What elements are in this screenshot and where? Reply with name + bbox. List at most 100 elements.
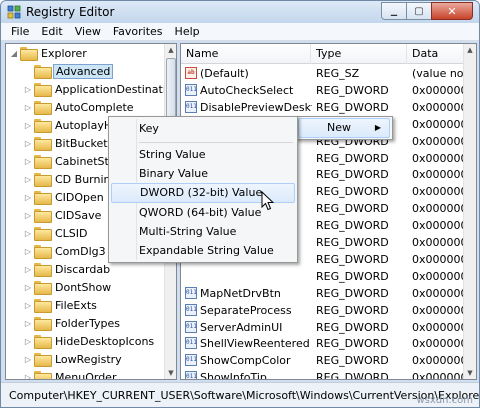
value-data: 0x0000000 bbox=[412, 219, 464, 233]
tree-item-label: Explorer bbox=[41, 46, 87, 60]
collapsed-arrow-icon[interactable]: ▷ bbox=[24, 85, 32, 94]
folder-icon bbox=[34, 191, 52, 205]
folder-icon bbox=[34, 83, 52, 97]
submenu-item-key[interactable]: Key bbox=[111, 119, 295, 139]
value-type: REG_DWORD bbox=[316, 303, 389, 317]
column-header-name[interactable]: Name bbox=[181, 44, 311, 64]
value-name: SeparateProcess bbox=[200, 303, 292, 317]
tree-item[interactable]: ▷ HideDesktopIcons bbox=[24, 332, 176, 350]
value-data: 0x0000000 bbox=[412, 320, 464, 334]
menu-bar: File Edit View Favorites Help bbox=[1, 23, 479, 41]
tree-item[interactable]: ▷ MenuOrder bbox=[24, 368, 176, 380]
collapsed-arrow-icon[interactable]: ▷ bbox=[24, 373, 32, 380]
collapsed-arrow-icon[interactable]: ▷ bbox=[24, 211, 32, 220]
context-menu: New ▶ bbox=[295, 116, 393, 140]
value-name: ShowInfoTip bbox=[200, 371, 267, 380]
tree-item[interactable]: ▷ LowRegistry bbox=[24, 350, 176, 368]
submenu-item-binary-value[interactable]: Binary Value bbox=[111, 164, 295, 184]
title-bar[interactable]: Registry Editor ▁ ▢ ✕ bbox=[1, 1, 479, 23]
scroll-up-arrow-icon[interactable]: ▲ bbox=[165, 44, 176, 56]
tree-item[interactable]: Advanced bbox=[24, 62, 176, 80]
registry-editor-icon bbox=[7, 5, 21, 19]
expanded-arrow-icon[interactable]: ◢ bbox=[10, 49, 18, 58]
menu-favorites[interactable]: Favorites bbox=[107, 25, 169, 38]
tree-item-label: ApplicationDestinati bbox=[55, 82, 166, 96]
value-data: 0x0000000 bbox=[412, 371, 464, 380]
menu-help[interactable]: Help bbox=[169, 25, 206, 38]
value-name: ServerAdminUI bbox=[200, 320, 283, 334]
tree-item-explorer[interactable]: ◢ Explorer bbox=[10, 44, 176, 62]
tree-item-label: CIDSave bbox=[55, 208, 102, 222]
collapsed-arrow-icon[interactable]: ▷ bbox=[24, 247, 32, 256]
tree-item-label: CD Burnin bbox=[55, 172, 111, 186]
list-row[interactable]: 011AutoCheckSelect REG_DWORD 0x0000000 bbox=[181, 82, 464, 99]
tree-item[interactable]: ▷ ApplicationDestinati bbox=[24, 80, 176, 98]
collapsed-arrow-icon[interactable]: ▷ bbox=[24, 229, 32, 238]
value-type: REG_DWORD bbox=[316, 269, 389, 283]
new-submenu: Key String Value Binary Value DWORD (32-… bbox=[108, 116, 298, 263]
minimize-button[interactable]: ▁ bbox=[381, 2, 407, 20]
value-name: (Default) bbox=[200, 67, 249, 80]
tree-item[interactable]: ▷ DontShow bbox=[24, 278, 176, 296]
collapsed-arrow-icon[interactable]: ▷ bbox=[24, 283, 32, 292]
list-row[interactable]: REG_DWORD 0x0000000 bbox=[181, 268, 464, 285]
scroll-down-arrow-icon[interactable]: ▼ bbox=[165, 367, 176, 379]
list-row[interactable]: 011ServerAdminUI REG_DWORD 0x0000000 bbox=[181, 319, 464, 336]
menu-item-new-label: New bbox=[327, 121, 351, 134]
list-row[interactable]: 011ShowInfoTip REG_DWORD 0x0000000 bbox=[181, 369, 464, 380]
collapsed-arrow-icon[interactable]: ▷ bbox=[24, 301, 32, 310]
tree-item[interactable]: ▷ FolderTypes bbox=[24, 314, 176, 332]
tree-item[interactable]: ▷ AutoComplete bbox=[24, 98, 176, 116]
list-row[interactable]: 011ShowCompColor REG_DWORD 0x0000000 bbox=[181, 352, 464, 369]
menu-item-new[interactable]: New ▶ bbox=[298, 118, 390, 138]
column-header-type[interactable]: Type bbox=[311, 44, 407, 64]
window-title: Registry Editor bbox=[26, 5, 115, 19]
value-data: 0x0000000 bbox=[412, 303, 464, 317]
dword-value-icon: 011 bbox=[185, 303, 197, 316]
value-data: 0x0000000 bbox=[412, 354, 464, 368]
collapsed-arrow-icon[interactable]: ▷ bbox=[24, 121, 32, 130]
submenu-item-multi-string-value[interactable]: Multi-String Value bbox=[111, 222, 295, 242]
collapsed-arrow-icon[interactable]: ▷ bbox=[24, 139, 32, 148]
tree-item[interactable]: ▷ FileExts bbox=[24, 296, 176, 314]
value-data: 0x0000000 bbox=[412, 202, 464, 216]
submenu-item-expandable-string-value[interactable]: Expandable String Value bbox=[111, 241, 295, 261]
value-type: REG_DWORD bbox=[316, 371, 389, 380]
watermark: wsxdn.com bbox=[416, 395, 473, 406]
value-data: 0x0000000 bbox=[412, 83, 464, 97]
scroll-down-arrow-icon[interactable]: ▼ bbox=[464, 367, 476, 379]
value-type: REG_DWORD bbox=[316, 202, 389, 216]
collapsed-arrow-icon[interactable]: ▷ bbox=[24, 157, 32, 166]
collapsed-arrow-icon[interactable]: ▷ bbox=[24, 337, 32, 346]
dword-value-icon: 011 bbox=[185, 320, 197, 333]
tree-item-label: CabinetSt bbox=[55, 154, 109, 168]
list-row[interactable]: 011MapNetDrvBtn REG_DWORD 0x0000000 bbox=[181, 285, 464, 302]
folder-icon bbox=[34, 335, 52, 349]
list-row[interactable]: 011DisablePreviewDesktop REG_DWORD 0x00000… bbox=[181, 99, 464, 116]
collapsed-arrow-icon[interactable]: ▷ bbox=[24, 265, 32, 274]
tree-item-label: Advanced bbox=[53, 63, 114, 79]
folder-icon bbox=[34, 371, 52, 379]
collapsed-arrow-icon[interactable]: ▷ bbox=[24, 175, 32, 184]
maximize-button[interactable]: ▢ bbox=[406, 2, 432, 20]
submenu-item-string-value[interactable]: String Value bbox=[111, 145, 295, 165]
window-controls: ▁ ▢ ✕ bbox=[381, 2, 473, 21]
folder-icon bbox=[34, 245, 52, 259]
scroll-up-arrow-icon[interactable]: ▲ bbox=[464, 44, 476, 56]
menu-view[interactable]: View bbox=[69, 25, 107, 38]
list-row[interactable]: ab (Default) REG_SZ (value not bbox=[181, 65, 464, 82]
value-name bbox=[200, 268, 312, 285]
menu-edit[interactable]: Edit bbox=[35, 25, 68, 38]
list-row[interactable]: 011SeparateProcess REG_DWORD 0x0000000 bbox=[181, 302, 464, 319]
collapsed-arrow-icon[interactable]: ▷ bbox=[24, 103, 32, 112]
list-row[interactable]: 011ShellViewReentered REG_DWORD 0x0000000 bbox=[181, 335, 464, 352]
collapsed-arrow-icon[interactable]: ▷ bbox=[24, 193, 32, 202]
folder-icon bbox=[34, 119, 52, 133]
list-vertical-scrollbar[interactable]: ▲ ▼ bbox=[463, 44, 476, 379]
value-data: 0x0000000 bbox=[412, 337, 464, 351]
collapsed-arrow-icon[interactable]: ▷ bbox=[24, 355, 32, 364]
close-button[interactable]: ✕ bbox=[431, 2, 473, 20]
collapsed-arrow-icon[interactable]: ▷ bbox=[24, 319, 32, 328]
tree-item-label: FileExts bbox=[55, 298, 97, 312]
menu-file[interactable]: File bbox=[5, 25, 35, 38]
